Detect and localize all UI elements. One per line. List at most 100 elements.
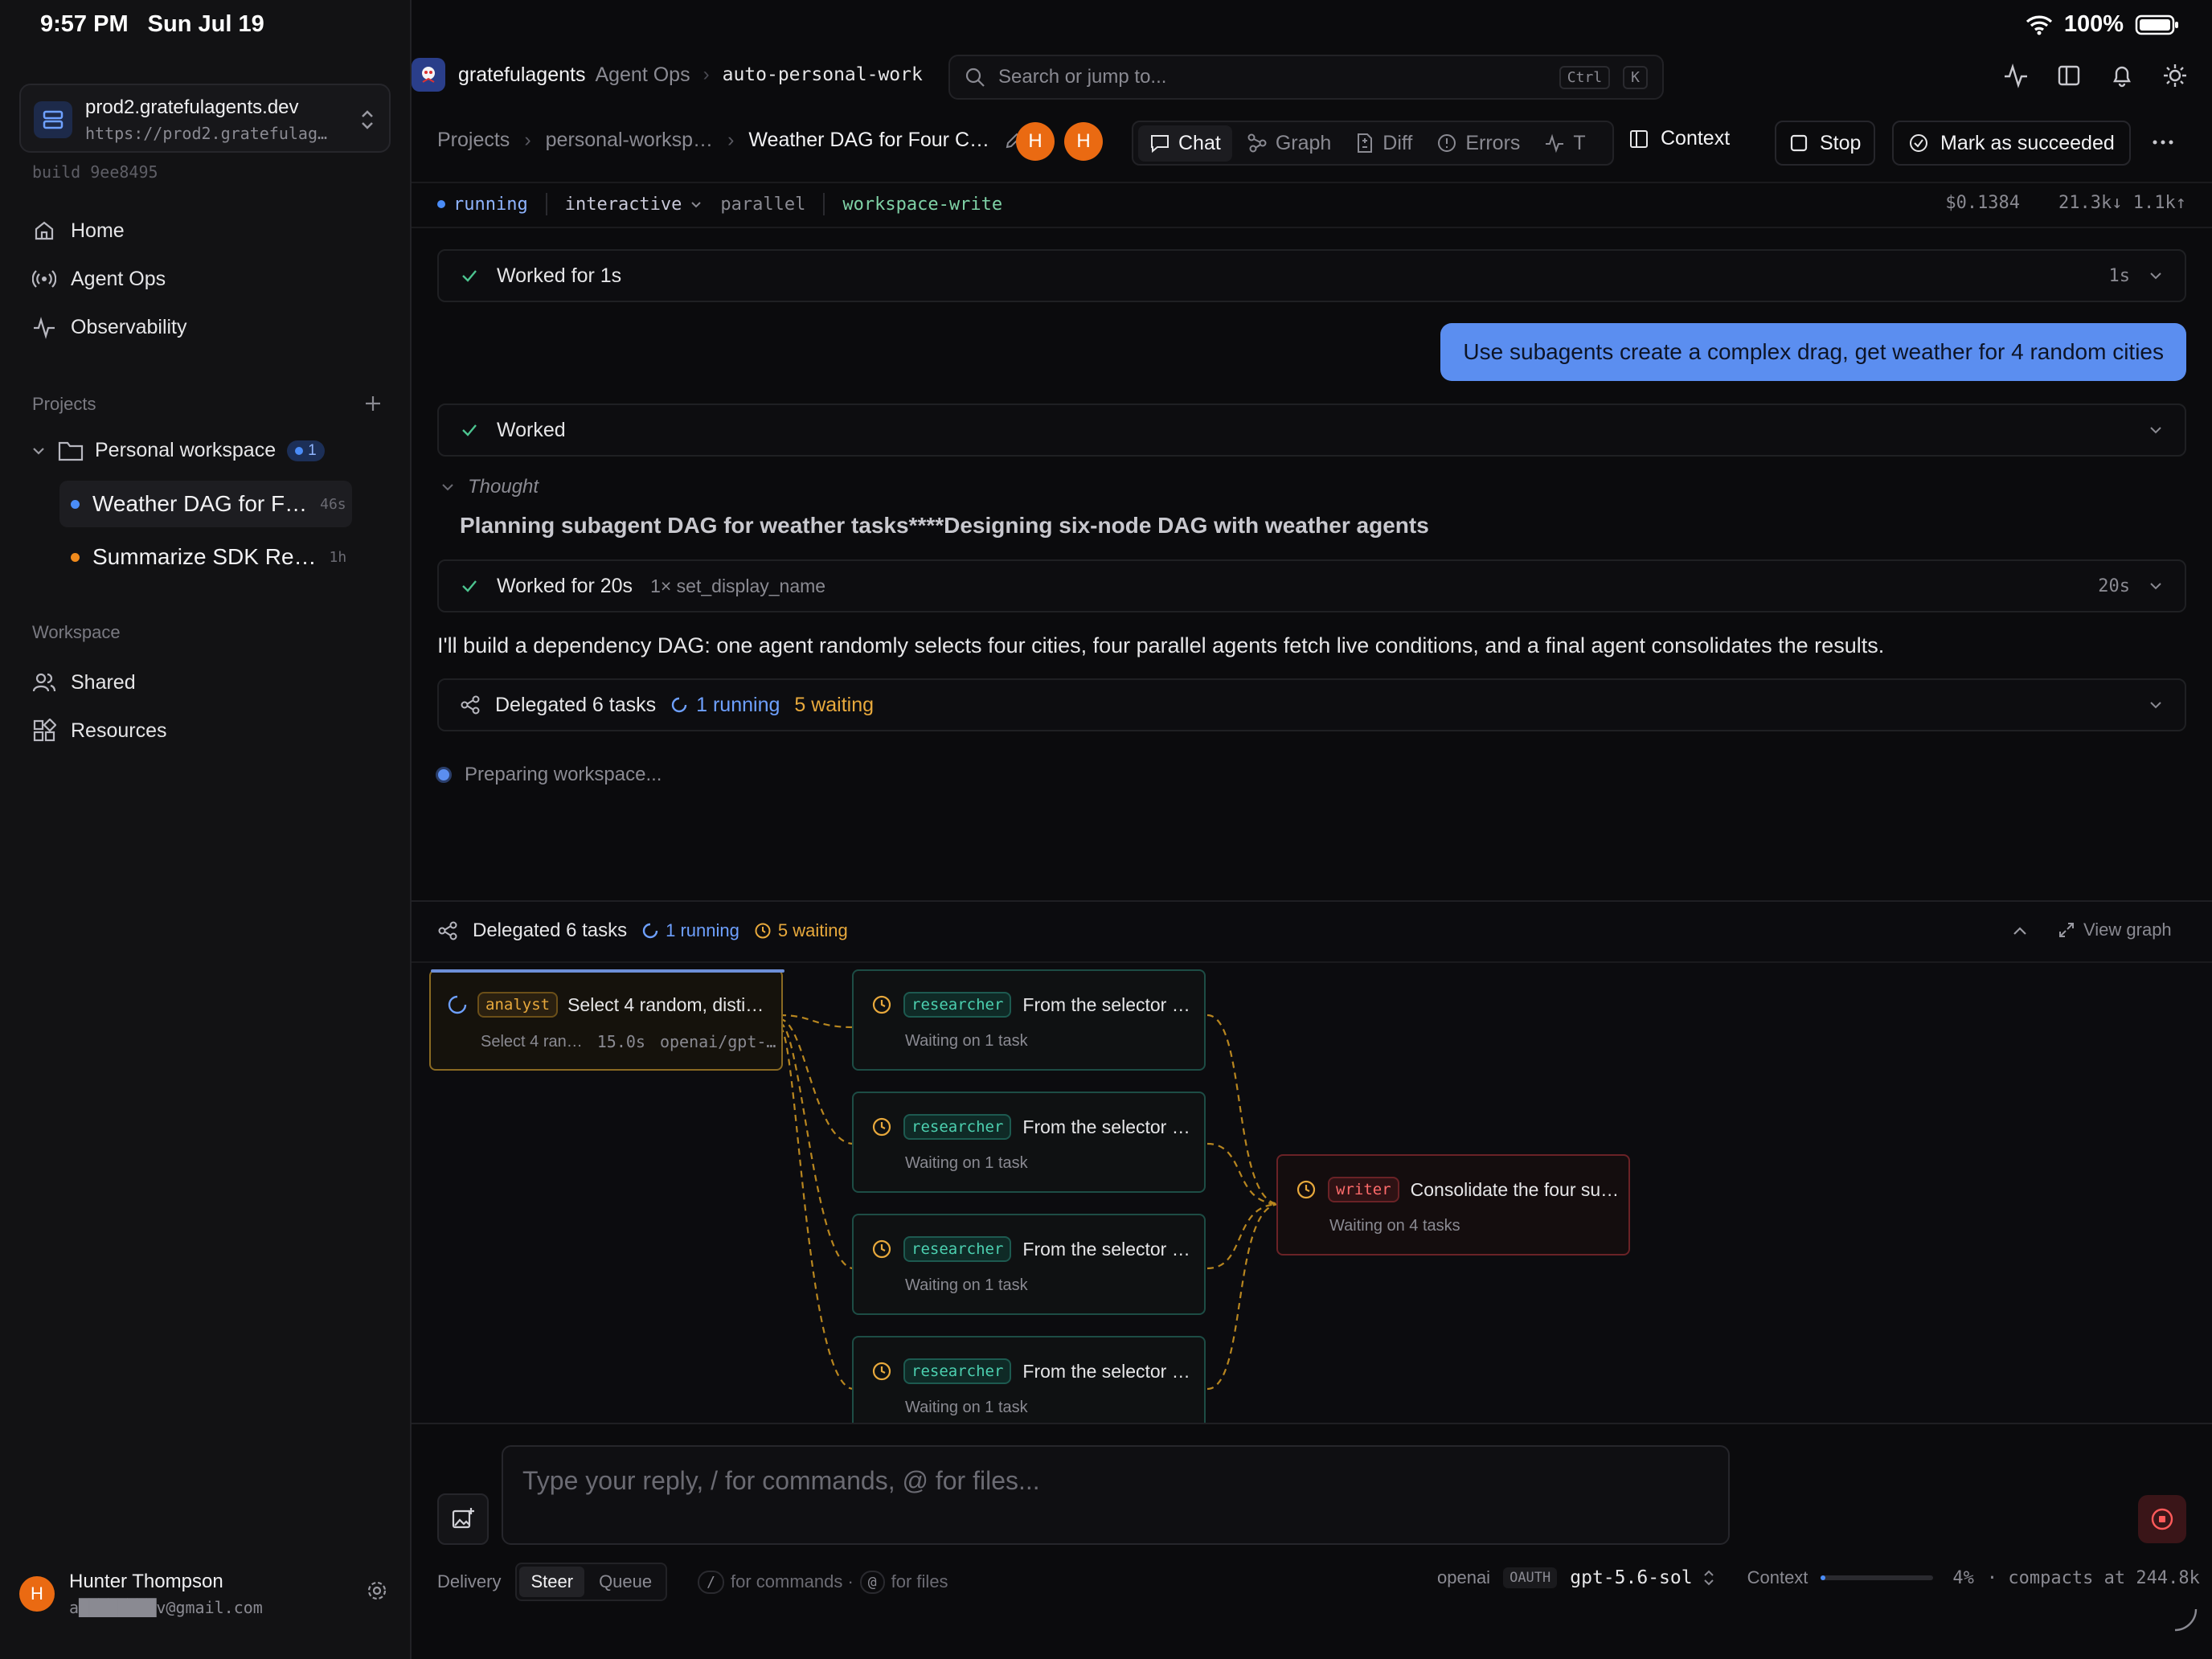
project-badge: 1 bbox=[287, 440, 325, 461]
running-label: 1 running bbox=[666, 920, 739, 940]
divider bbox=[823, 193, 825, 215]
graph-icon bbox=[460, 694, 481, 715]
view-graph-label: View graph bbox=[2083, 920, 2172, 940]
avatar[interactable]: H bbox=[1016, 122, 1055, 161]
tab-chat[interactable]: Chat bbox=[1138, 125, 1232, 162]
worked-block[interactable]: Worked bbox=[437, 403, 2186, 457]
node-title: Consolidate the four su… bbox=[1410, 1178, 1620, 1200]
preparing-status: Preparing workspace... bbox=[436, 764, 662, 786]
panel-toggle-icon[interactable] bbox=[2056, 63, 2082, 88]
steer-option[interactable]: Steer bbox=[519, 1567, 585, 1597]
dag-node-researcher[interactable]: researcher From the selector … Waiting o… bbox=[852, 1214, 1206, 1315]
topbar-brand[interactable]: gratefulagents Agent Ops › auto-personal… bbox=[412, 58, 923, 92]
delegated-label: Delegated 6 tasks bbox=[495, 693, 657, 716]
slash-hint: for commands · bbox=[730, 1571, 854, 1591]
diff-icon bbox=[1355, 133, 1374, 154]
chevron-down-icon bbox=[2148, 578, 2164, 594]
server-name: prod2.gratefulagents.dev bbox=[85, 96, 299, 118]
search-input[interactable]: Search or jump to... Ctrl K bbox=[948, 55, 1664, 100]
stop-button[interactable]: Stop bbox=[1775, 121, 1876, 166]
activity-icon[interactable] bbox=[2003, 63, 2029, 88]
nav-shared[interactable]: Shared bbox=[32, 670, 136, 694]
cost-label: $0.1384 bbox=[1945, 193, 2021, 213]
mark-succeeded-button[interactable]: Mark as succeeded bbox=[1892, 121, 2131, 166]
stop-label: Stop bbox=[1820, 131, 1862, 154]
task-item-active[interactable]: Weather DAG for F… 46s bbox=[59, 481, 352, 527]
worked-block[interactable]: Worked for 20s 1× set_display_name 20s bbox=[437, 559, 2186, 612]
build-label: build 9ee8495 bbox=[32, 162, 158, 182]
graph-summary: Delegated 6 tasks 1 running 5 waiting bbox=[437, 920, 848, 942]
shortcut-k: K bbox=[1623, 65, 1648, 89]
task-item[interactable]: Summarize SDK Re… 1h bbox=[59, 534, 352, 580]
dag-node-writer[interactable]: writer Consolidate the four su… Waiting … bbox=[1276, 1154, 1630, 1256]
tab-diff[interactable]: Diff bbox=[1346, 125, 1422, 162]
node-title: Select 4 random, disti… bbox=[567, 993, 764, 1015]
tab-errors[interactable]: Errors bbox=[1427, 125, 1530, 162]
users-icon bbox=[32, 670, 56, 694]
view-graph-button[interactable]: View graph bbox=[2058, 920, 2172, 940]
dag-node-researcher[interactable]: researcher From the selector … Waiting o… bbox=[852, 1336, 1206, 1424]
worked-label: Worked for 1s bbox=[497, 264, 622, 287]
task-title: Weather DAG for F… bbox=[92, 491, 308, 516]
node-title: From the selector … bbox=[1022, 993, 1190, 1015]
queue-option[interactable]: Queue bbox=[588, 1567, 663, 1597]
stop-generation-button[interactable] bbox=[2138, 1495, 2186, 1543]
worked-block[interactable]: Worked for 1s 1s bbox=[437, 249, 2186, 302]
nav-resources[interactable]: Resources bbox=[32, 719, 167, 743]
brand-section: Agent Ops bbox=[595, 63, 690, 86]
run-status: running bbox=[437, 195, 528, 215]
tab-trace[interactable]: T bbox=[1534, 125, 1595, 162]
nav-agent-ops[interactable]: Agent Ops bbox=[32, 267, 166, 291]
avatar[interactable]: H bbox=[1064, 122, 1103, 161]
attach-image-button[interactable] bbox=[437, 1493, 489, 1545]
breadcrumb-workspace[interactable]: personal-worksp… bbox=[546, 129, 713, 152]
bell-icon[interactable] bbox=[2109, 63, 2135, 88]
add-project-button[interactable] bbox=[363, 394, 383, 413]
waiting-label: 5 waiting bbox=[794, 693, 875, 716]
thought-label: Thought bbox=[468, 476, 539, 498]
model-select[interactable]: gpt-5.6-sol bbox=[1570, 1567, 1714, 1588]
breadcrumb-task: Weather DAG for Four C… bbox=[748, 129, 990, 151]
project-personal-workspace[interactable]: Personal workspace 1 bbox=[31, 439, 325, 462]
chevron-down-icon bbox=[2148, 697, 2164, 713]
server-switcher[interactable]: prod2.gratefulagents.dev https://prod2.g… bbox=[19, 84, 391, 153]
breadcrumb-projects[interactable]: Projects bbox=[437, 129, 510, 152]
chevron-right-icon: › bbox=[524, 129, 531, 151]
user-profile[interactable]: H Hunter Thompson a████████v@gmail.com bbox=[19, 1571, 263, 1617]
progress-bar bbox=[431, 969, 784, 973]
provider-label: openai bbox=[1437, 1567, 1491, 1587]
thought-text: Planning subagent DAG for weather tasks*… bbox=[460, 513, 1429, 538]
delegated-block[interactable]: Delegated 6 tasks 1 running 5 waiting bbox=[437, 678, 2186, 731]
settings-icon[interactable] bbox=[365, 1579, 389, 1603]
context-button[interactable]: Context bbox=[1628, 127, 1730, 150]
nav-observability[interactable]: Observability bbox=[32, 315, 187, 339]
more-icon[interactable] bbox=[2151, 130, 2175, 154]
reply-input[interactable]: Type your reply, / for commands, @ for f… bbox=[502, 1445, 1730, 1545]
tab-graph[interactable]: Graph bbox=[1237, 125, 1341, 162]
server-icon bbox=[34, 101, 72, 138]
nav-observability-label: Observability bbox=[71, 315, 187, 338]
run-status-label: running bbox=[453, 194, 528, 215]
graph-panel: Delegated 6 tasks 1 running 5 waiting Vi… bbox=[412, 900, 2212, 1424]
resize-handle-icon[interactable] bbox=[2172, 1606, 2198, 1632]
worked-label: Worked bbox=[497, 418, 566, 441]
role-tag: analyst bbox=[477, 992, 559, 1018]
mode-select[interactable]: interactive bbox=[565, 195, 703, 215]
graph-label: Delegated 6 tasks bbox=[473, 920, 628, 941]
tab-chat-label: Chat bbox=[1178, 131, 1221, 154]
nav-home[interactable]: Home bbox=[32, 219, 125, 243]
dag-node-researcher[interactable]: researcher From the selector … Waiting o… bbox=[852, 1092, 1206, 1193]
worked-label: Worked for 20s bbox=[497, 574, 633, 597]
collapse-icon[interactable] bbox=[2011, 923, 2029, 940]
dag-node-researcher[interactable]: researcher From the selector … Waiting o… bbox=[852, 969, 1206, 1071]
thought-toggle[interactable]: Thought bbox=[440, 476, 539, 498]
context-label: Context bbox=[1661, 127, 1731, 150]
role-tag: researcher bbox=[903, 1236, 1012, 1262]
slash-key: / bbox=[698, 1570, 724, 1594]
reply-placeholder: Type your reply, / for commands, @ for f… bbox=[522, 1466, 1040, 1495]
sun-icon[interactable] bbox=[2162, 63, 2188, 88]
delivery-toggle: Steer Queue bbox=[515, 1563, 668, 1601]
tab-trace-label: T bbox=[1573, 131, 1586, 154]
dag-node-analyst[interactable]: analyst Select 4 random, disti… Select 4… bbox=[429, 969, 784, 1071]
server-url: https://prod2.gratefulag… bbox=[85, 124, 328, 143]
